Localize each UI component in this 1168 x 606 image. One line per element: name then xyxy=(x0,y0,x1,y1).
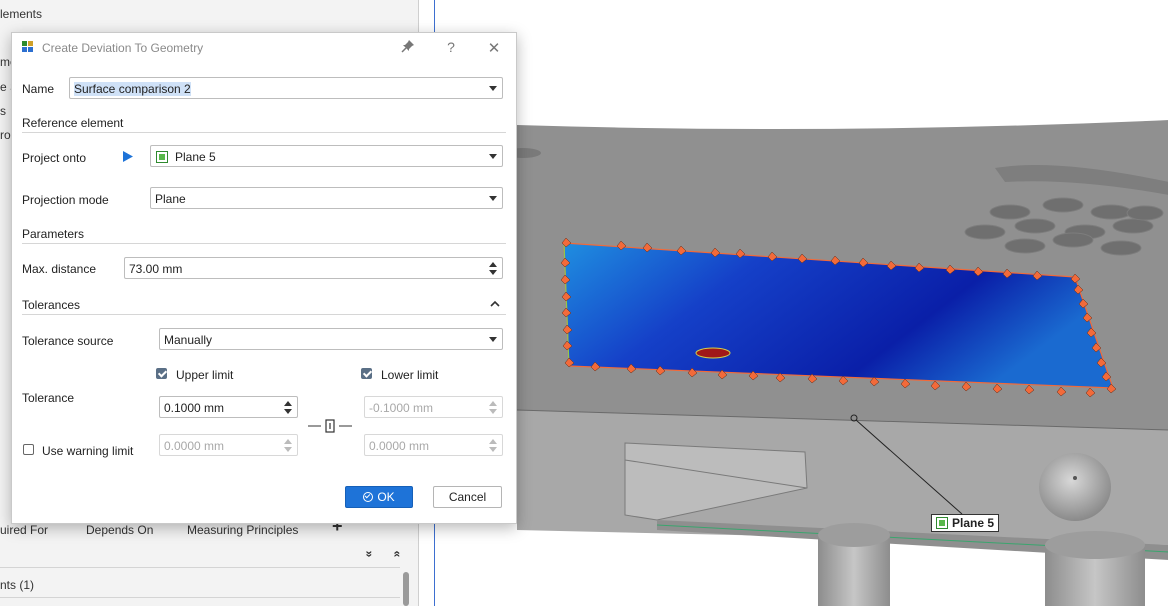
project-onto-select[interactable]: Plane 5 xyxy=(150,145,503,167)
link-limits-icon[interactable] xyxy=(308,418,356,434)
stepper-down-icon[interactable] xyxy=(489,447,497,452)
scrollbar-thumb[interactable] xyxy=(403,572,409,606)
stepper-up-icon[interactable] xyxy=(489,262,497,267)
chevron-down-icon xyxy=(489,196,497,201)
app-icon xyxy=(22,41,33,52)
projection-mode-value: Plane xyxy=(155,192,186,206)
stepper-down-icon[interactable] xyxy=(284,447,292,452)
upper-limit-label: Upper limit xyxy=(176,368,234,382)
chevron-down-icon xyxy=(489,337,497,342)
parameters-section: Parameters xyxy=(22,227,506,244)
tolerance-label: Tolerance xyxy=(22,391,75,405)
pin-icon xyxy=(401,40,414,53)
project-onto-label: Project onto xyxy=(22,151,87,165)
tab-measuring-principles[interactable]: Measuring Principles xyxy=(187,523,298,537)
pin-button[interactable] xyxy=(398,39,418,57)
upper-tolerance-stepper[interactable]: 0.1000 mm xyxy=(159,396,298,418)
3d-viewport[interactable]: Plane 5 xyxy=(434,0,1168,606)
lower-limit-checkbox[interactable] xyxy=(361,368,372,379)
project-onto-value: Plane 5 xyxy=(175,150,216,164)
warning-upper-stepper[interactable]: 0.0000 mm xyxy=(159,434,298,456)
warning-upper-value: 0.0000 mm xyxy=(164,439,225,453)
stepper-down-icon[interactable] xyxy=(489,409,497,414)
tolerances-title: Tolerances xyxy=(22,298,81,312)
tab-depends-on[interactable]: Depends On xyxy=(86,523,153,537)
max-distance-value: 73.00 mm xyxy=(129,262,183,276)
warning-lower-value: 0.0000 mm xyxy=(369,439,430,453)
divider xyxy=(0,567,400,568)
plane-icon xyxy=(156,151,168,163)
stepper-up-icon[interactable] xyxy=(489,439,497,444)
max-distance-label: Max. distance xyxy=(22,262,97,276)
plane-label-text: Plane 5 xyxy=(952,516,995,530)
name-field[interactable]: Surface comparison 2 xyxy=(69,77,503,99)
upper-limit-checkbox[interactable] xyxy=(156,368,167,379)
stepper-up-icon[interactable] xyxy=(489,401,497,406)
lower-tolerance-value: -0.1000 mm xyxy=(369,401,434,415)
dialog-title: Create Deviation To Geometry xyxy=(42,41,204,55)
chevron-down-icon xyxy=(489,86,497,91)
name-label: Name xyxy=(22,82,55,96)
tolerances-section[interactable]: Tolerances xyxy=(22,298,506,315)
warning-lower-stepper[interactable]: 0.0000 mm xyxy=(364,434,503,456)
name-value: Surface comparison 2 xyxy=(74,82,191,96)
help-button[interactable]: ? xyxy=(441,39,461,57)
tolerance-source-value: Manually xyxy=(164,333,213,347)
panel-fragment-4: ro xyxy=(0,128,11,142)
use-warning-limit-checkbox[interactable] xyxy=(23,444,34,455)
chevron-down-icon xyxy=(489,154,497,159)
collapse-up-icon[interactable]: « xyxy=(390,551,404,558)
check-circle-icon xyxy=(363,492,374,502)
upper-tolerance-value: 0.1000 mm xyxy=(164,401,225,415)
plane-icon xyxy=(936,517,948,529)
dialog-titlebar[interactable]: Create Deviation To Geometry ? ✕ xyxy=(12,33,516,63)
collapse-down-icon[interactable]: » xyxy=(362,551,376,558)
lower-tolerance-stepper[interactable]: -0.1000 mm xyxy=(364,396,503,418)
projection-mode-select[interactable]: Plane xyxy=(150,187,503,209)
tolerance-source-label: Tolerance source xyxy=(22,334,114,348)
stepper-up-icon[interactable] xyxy=(284,401,292,406)
plane-5-label[interactable]: Plane 5 xyxy=(931,514,1000,532)
stepper-down-icon[interactable] xyxy=(284,409,292,414)
divider xyxy=(0,597,400,598)
tolerance-source-select[interactable]: Manually xyxy=(159,328,503,350)
cancel-button[interactable]: Cancel xyxy=(433,486,502,508)
panel-fragment-3: s xyxy=(0,104,6,118)
ok-label: OK xyxy=(377,490,395,504)
chevron-up-icon[interactable] xyxy=(490,300,500,308)
create-deviation-dialog: Create Deviation To Geometry ? ✕ Name Su… xyxy=(11,32,517,524)
projection-mode-label: Projection mode xyxy=(22,193,109,207)
tab-required-for[interactable]: uired For xyxy=(0,523,48,537)
stepper-down-icon[interactable] xyxy=(489,270,497,275)
use-warning-limit-label: Use warning limit xyxy=(42,444,134,458)
pick-element-icon[interactable] xyxy=(123,151,133,162)
reference-element-section: Reference element xyxy=(22,116,506,133)
close-button[interactable]: ✕ xyxy=(484,39,504,57)
lower-limit-label: Lower limit xyxy=(381,368,439,382)
cad-model-render xyxy=(505,120,1168,606)
stepper-up-icon[interactable] xyxy=(284,439,292,444)
ok-button[interactable]: OK xyxy=(345,486,413,508)
panel-fragment-title: lements xyxy=(0,7,43,21)
max-distance-stepper[interactable]: 73.00 mm xyxy=(124,257,503,279)
elements-list-header: nts (1) xyxy=(0,578,35,592)
